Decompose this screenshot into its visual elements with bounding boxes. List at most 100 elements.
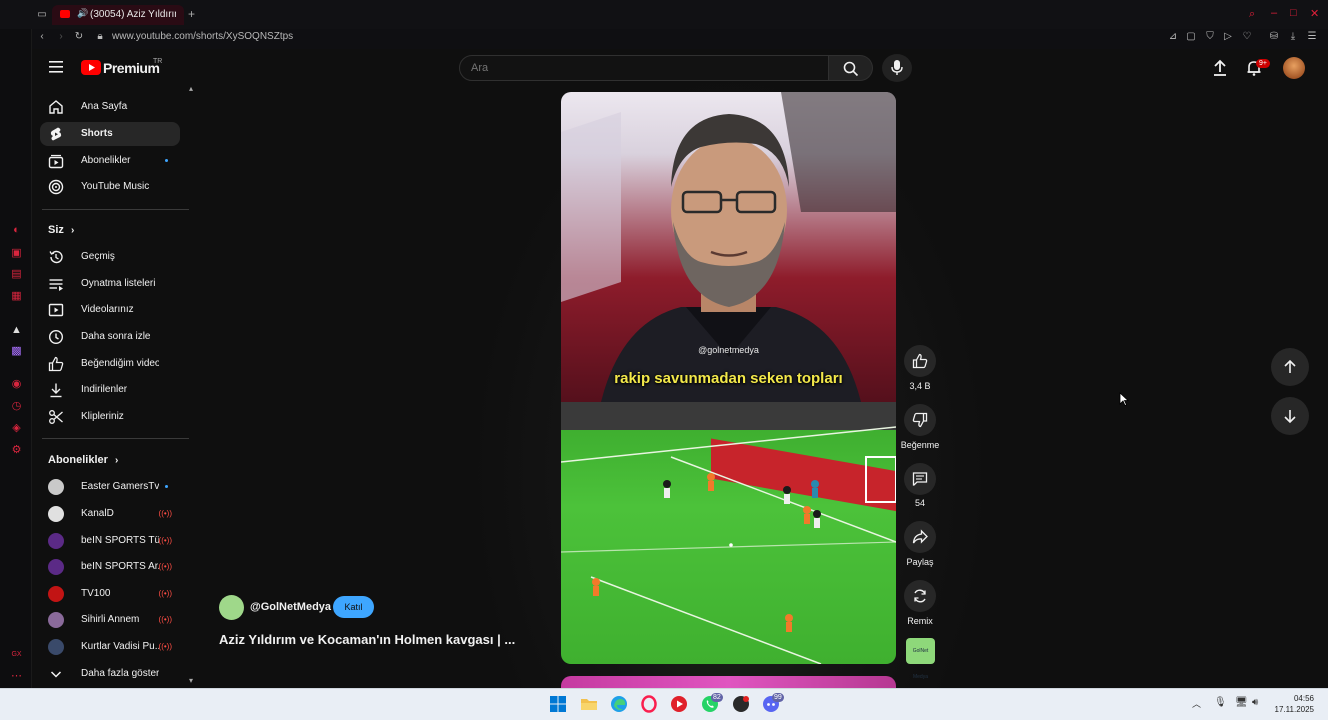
app-taskbar-icon[interactable] bbox=[731, 694, 751, 714]
sidebar-item-label: Sihirli Annem bbox=[81, 614, 140, 625]
file-explorer-icon[interactable] bbox=[579, 694, 599, 714]
tray-mic-icon[interactable]: 🎙︎ bbox=[1214, 697, 1227, 708]
youtube-taskbar-icon[interactable] bbox=[669, 694, 689, 714]
heart-icon[interactable]: ♡ bbox=[1241, 31, 1253, 43]
sidebar-item-your-videos[interactable]: Videolarınız bbox=[40, 298, 180, 322]
apps-icon[interactable]: ▲ bbox=[10, 324, 23, 337]
dislike-button[interactable] bbox=[904, 404, 936, 436]
sidebar-subscription-item[interactable]: beIN SPORTS Ar... ((•)) bbox=[40, 555, 180, 579]
settings-rail-icon[interactable]: ⚙ bbox=[10, 444, 23, 457]
subscriptions-icon bbox=[48, 153, 64, 169]
new-tab-icon[interactable]: + bbox=[188, 7, 195, 21]
network-icon[interactable]: 🖥︎ bbox=[1235, 697, 1248, 708]
menu-icon[interactable] bbox=[49, 61, 63, 73]
sidebar-subscriptions-heading[interactable]: Abonelikler › bbox=[48, 454, 118, 466]
sidebar-show-more[interactable]: Daha fazla göster bbox=[40, 662, 180, 686]
pin-icon[interactable]: ⊿ bbox=[1167, 31, 1179, 43]
remix-button[interactable] bbox=[904, 580, 936, 612]
sidebar-subscription-item[interactable]: Sihirli Annem ((•)) bbox=[40, 608, 180, 632]
tray-chevron-icon[interactable]: ︿ bbox=[1192, 697, 1201, 710]
messenger-icon[interactable]: ▤ bbox=[10, 268, 23, 281]
more-rail-icon[interactable]: ⋯ bbox=[10, 670, 23, 683]
maximize-icon[interactable]: □ bbox=[1290, 7, 1297, 19]
vpn-icon[interactable]: ⛁ bbox=[1268, 31, 1280, 43]
sidebar-divider bbox=[42, 209, 189, 210]
minimize-icon[interactable]: – bbox=[1271, 7, 1277, 19]
channel-avatar[interactable] bbox=[219, 595, 244, 620]
sidebar-scroll-up-icon[interactable]: ▴ bbox=[189, 84, 193, 93]
url-field[interactable]: www.youtube.com/shorts/XySOQNSZtps bbox=[112, 31, 293, 42]
sidebar-subscription-item[interactable]: beIN SPORTS Tü...((•)) bbox=[40, 529, 180, 553]
speaker-icon[interactable]: 🔊 bbox=[77, 8, 88, 19]
volume-icon[interactable]: 🔊︎ bbox=[1252, 697, 1258, 708]
channel-name[interactable]: @GolNetMedya bbox=[250, 601, 331, 613]
search-tabs-icon[interactable]: ⌕ bbox=[1249, 8, 1255, 21]
windows-start-icon[interactable] bbox=[548, 694, 568, 714]
sidebar-item-playlists[interactable]: Oynatma listeleri bbox=[40, 272, 180, 296]
snapshot-icon[interactable]: ▢ bbox=[1185, 31, 1197, 43]
youtube-logo-icon[interactable] bbox=[81, 60, 101, 75]
like-button[interactable] bbox=[904, 345, 936, 377]
sidebar-item-liked-videos[interactable]: Beğendiğim videolar bbox=[40, 352, 180, 376]
download-icon bbox=[48, 382, 64, 398]
news-icon[interactable]: ▦ bbox=[10, 290, 23, 303]
shopping-icon[interactable]: ▣ bbox=[10, 247, 23, 260]
clock-date[interactable]: 17.11.2025 bbox=[1275, 705, 1314, 714]
previous-short-button[interactable] bbox=[1271, 348, 1309, 386]
short-title[interactable]: Aziz Yıldırım ve Kocaman'ın Holmen kavga… bbox=[219, 632, 515, 647]
gx-icon[interactable]: GX bbox=[10, 648, 23, 661]
play-icon[interactable]: ▷ bbox=[1222, 31, 1234, 43]
aria-icon[interactable]: ◐ bbox=[10, 224, 23, 237]
reload-icon[interactable]: ↻ bbox=[73, 31, 85, 43]
comments-button[interactable] bbox=[904, 463, 936, 495]
upload-icon[interactable] bbox=[1212, 59, 1228, 77]
sidebar-item-subscriptions[interactable]: Abonelikler bbox=[40, 149, 180, 173]
video-watermark: @golnetmedya bbox=[698, 345, 759, 355]
forward-icon[interactable]: › bbox=[55, 31, 67, 43]
tab-title: (30054) Aziz Yıldırım ve bbox=[90, 9, 176, 20]
back-icon[interactable]: ‹ bbox=[36, 31, 48, 43]
clock-time[interactable]: 04:56 bbox=[1294, 694, 1314, 703]
shield-icon[interactable]: ⛉ bbox=[1204, 31, 1216, 43]
sidebar-item-clips[interactable]: Klipleriniz bbox=[40, 405, 180, 429]
sidebar-item-downloads[interactable]: İndirilenler bbox=[40, 378, 180, 402]
share-icon bbox=[912, 529, 928, 545]
account-avatar[interactable] bbox=[1283, 57, 1305, 79]
sidebar-subscription-item[interactable]: TV100 ((•)) bbox=[40, 582, 180, 606]
sidebar-divider bbox=[42, 438, 189, 439]
sidebar-item-history[interactable]: Geçmiş bbox=[40, 245, 180, 269]
short-video-player[interactable]: @golnetmedya rakip savunmadan seken topl… bbox=[561, 92, 896, 664]
sidebar-item-label: Easter GamersTv bbox=[81, 481, 159, 492]
twitch-icon[interactable]: ▩ bbox=[10, 345, 23, 358]
channel-thumbnail[interactable]: GolNet Medya bbox=[906, 638, 935, 680]
opera-gx-taskbar-icon[interactable] bbox=[639, 694, 659, 714]
sidebar-item-watch-later[interactable]: Daha sonra izle bbox=[40, 325, 180, 349]
share-button[interactable] bbox=[904, 521, 936, 553]
liked-icon bbox=[48, 356, 64, 372]
join-button[interactable]: Katıl bbox=[333, 596, 374, 618]
workspaces-icon[interactable]: ▭ bbox=[36, 9, 48, 21]
player-icon[interactable]: ◉ bbox=[10, 378, 23, 391]
close-icon[interactable]: ✕ bbox=[1310, 7, 1319, 20]
comment-count: 54 bbox=[914, 498, 925, 508]
sidebar-scroll-down-icon[interactable]: ▾ bbox=[189, 676, 193, 685]
next-short-button[interactable] bbox=[1271, 397, 1309, 435]
sidebar-subscription-item[interactable]: Kurtlar Vadisi Pu... ((•)) bbox=[40, 635, 180, 659]
history-rail-icon[interactable]: ◷ bbox=[10, 400, 23, 413]
easy-setup-icon[interactable]: ☰ bbox=[1306, 31, 1318, 43]
sidebar-subscription-item[interactable]: KanalD ((•)) bbox=[40, 502, 180, 526]
edge-icon[interactable] bbox=[609, 694, 629, 714]
sidebar-item-label: KanalD bbox=[81, 508, 114, 519]
sidebar-you-heading[interactable]: Siz › bbox=[48, 224, 74, 236]
home-icon bbox=[48, 99, 64, 115]
sidebar-item-home[interactable]: Ana Sayfa bbox=[40, 95, 180, 119]
downloads-icon[interactable]: ⤓ bbox=[1287, 31, 1299, 43]
sidebar-item-label: YouTube Music bbox=[81, 181, 150, 192]
sidebar-item-youtube-music[interactable]: YouTube Music bbox=[40, 175, 180, 199]
music-icon bbox=[48, 179, 64, 195]
sidebar-item-shorts[interactable]: Shorts bbox=[40, 122, 180, 146]
next-short-preview[interactable] bbox=[561, 676, 896, 688]
sidebar-subscription-item[interactable]: Easter GamersTv bbox=[40, 475, 180, 499]
taskbar bbox=[0, 688, 1328, 720]
pinboard-icon[interactable]: ◈ bbox=[10, 422, 23, 435]
